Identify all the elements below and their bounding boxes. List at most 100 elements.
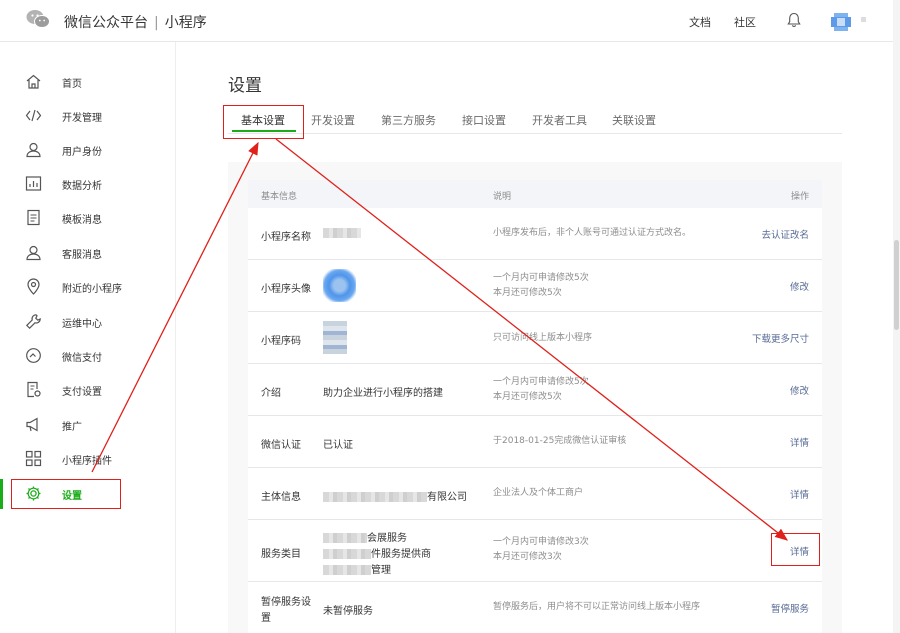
suspend-service-link[interactable]: 暂停服务 [771, 601, 809, 615]
row-description: 于2018-01-25完成微信认证审核 [493, 436, 627, 446]
sidebar-item-data-analysis[interactable]: 数据分析 [0, 169, 176, 199]
redacted-category [323, 549, 371, 559]
tab-developer-tools[interactable]: 开发者工具 [532, 112, 587, 128]
sidebar-item-label: 数据分析 [62, 181, 102, 192]
column-header-description: 说明 [493, 192, 512, 202]
tab-third-party-services[interactable]: 第三方服务 [381, 112, 436, 128]
home-icon [26, 74, 41, 89]
category-item: 件服务提供商 [323, 545, 431, 560]
sidebar-item-label: 推广 [62, 422, 82, 433]
sidebar-item-user-identity[interactable]: 用户身份 [0, 135, 176, 165]
tab-dev-settings[interactable]: 开发设置 [311, 112, 355, 128]
category-text: 件服务提供商 [371, 549, 431, 560]
mini-program-code-image [323, 321, 347, 354]
entity-suffix: 有限公司 [427, 492, 467, 503]
chart-icon [25, 176, 42, 191]
sidebar-item-dev-management[interactable]: 开发管理 [0, 101, 176, 131]
modify-intro-link[interactable]: 修改 [790, 383, 809, 397]
bell-icon[interactable] [787, 12, 801, 28]
modify-avatar-link[interactable]: 修改 [790, 279, 809, 293]
table-row: 服务类目 会展服务 件服务提供商 管理 一个月内可申请修改3次 本月还可修改3次… [248, 520, 822, 582]
table-row: 介绍 助力企业进行小程序的搭建 一个月内可申请修改5次 本月还可修改5次 修改 [248, 364, 822, 416]
docs-link[interactable]: 文档 [689, 14, 711, 30]
document-icon [27, 209, 40, 226]
plugin-grid-icon [25, 450, 42, 467]
product-name: 小程序 [164, 15, 207, 31]
redacted-name [323, 228, 361, 238]
sidebar-item-ops-center[interactable]: 运维中心 [0, 307, 176, 337]
customer-service-icon [26, 245, 41, 261]
sidebar-item-payment-settings[interactable]: 支付设置 [0, 375, 176, 405]
row-label: 小程序码 [261, 336, 301, 347]
sidebar-item-promotion[interactable]: 推广 [0, 410, 176, 440]
sidebar-item-plugins[interactable]: 小程序插件 [0, 444, 176, 474]
category-item: 会展服务 [323, 529, 407, 544]
download-more-sizes-link[interactable]: 下载更多尺寸 [752, 331, 809, 345]
annotation-box-settings [11, 479, 121, 509]
sidebar-item-nearby[interactable]: 附近的小程序 [0, 272, 176, 302]
row-description: 只可访问线上版本小程序 [493, 333, 593, 343]
mini-program-name-value [323, 228, 361, 239]
sidebar: 首页 开发管理 用户身份 数据分析 模板消息 客服消息 附近的小程序 运维中心 … [0, 42, 176, 633]
table-header: 基本信息 说明 操作 [248, 180, 822, 208]
verify-rename-link[interactable]: 去认证改名 [761, 227, 809, 241]
table-row: 微信认证 已认证 于2018-01-25完成微信认证审核 详情 [248, 416, 822, 468]
sidebar-item-label: 模板消息 [62, 215, 102, 226]
column-header-basic-info: 基本信息 [261, 192, 298, 202]
code-icon [25, 109, 42, 122]
platform-name: 微信公众平台 [64, 15, 148, 31]
payment-settings-icon [27, 381, 41, 398]
community-link[interactable]: 社区 [734, 14, 756, 30]
row-description-line: 本月还可修改5次 [493, 288, 562, 298]
redacted-entity [323, 492, 427, 502]
annotation-box-details [771, 533, 820, 566]
scrollbar-thumb[interactable] [894, 240, 899, 330]
entity-name: 有限公司 [323, 488, 467, 503]
table-row: 暂停服务设置 未暂停服务 暂停服务后，用户将不可以正常访问线上版本小程序 暂停服… [248, 582, 822, 633]
row-label: 暂停服务设置 [261, 597, 311, 624]
sidebar-item-label: 支付设置 [62, 387, 102, 398]
suspend-status: 未暂停服务 [323, 606, 373, 617]
tab-association-settings[interactable]: 关联设置 [612, 112, 656, 128]
avatar-menu-indicator[interactable] [861, 17, 866, 22]
row-label: 服务类目 [261, 549, 301, 560]
row-description-line: 一个月内可申请修改5次 [493, 273, 589, 283]
redacted-category [323, 533, 367, 543]
sidebar-item-customer-service[interactable]: 客服消息 [0, 238, 176, 268]
entity-details-link[interactable]: 详情 [790, 487, 809, 501]
clock-icon [26, 348, 41, 363]
sidebar-item-label: 微信支付 [62, 353, 102, 364]
wechat-logo-icon [26, 10, 50, 28]
table-row: 小程序头像 一个月内可申请修改5次 本月还可修改5次 修改 [248, 260, 822, 312]
category-text: 会展服务 [367, 533, 407, 544]
row-label: 小程序头像 [261, 284, 311, 295]
row-label: 微信认证 [261, 440, 301, 451]
sidebar-item-label: 首页 [62, 79, 82, 90]
sidebar-item-template-message[interactable]: 模板消息 [0, 203, 176, 233]
row-description-line: 本月还可修改5次 [493, 392, 562, 402]
location-pin-icon [27, 278, 40, 295]
sidebar-item-wechat-pay[interactable]: 微信支付 [0, 341, 176, 371]
annotation-box-basic-settings [223, 105, 304, 139]
row-description: 小程序发布后，非个人账号可通过认证方式改名。 [493, 228, 692, 238]
row-description: 企业法人及个体工商户 [493, 488, 584, 498]
row-description-line: 一个月内可申请修改5次 [493, 377, 589, 387]
wrench-icon [25, 314, 41, 330]
row-label: 小程序名称 [261, 232, 311, 243]
table-row: 小程序码 只可访问线上版本小程序 下载更多尺寸 [248, 312, 822, 364]
user-avatar[interactable] [830, 11, 852, 33]
row-label: 介绍 [261, 388, 281, 399]
top-bar: 微信公众平台 | 小程序 文档 社区 [0, 0, 900, 42]
user-icon [26, 142, 41, 158]
sidebar-item-label: 用户身份 [62, 147, 102, 158]
column-header-action: 操作 [790, 192, 809, 202]
redacted-category [323, 565, 371, 575]
brand-title[interactable]: 微信公众平台 | 小程序 [64, 12, 207, 32]
table-row: 主体信息 有限公司 企业法人及个体工商户 详情 [248, 468, 822, 520]
tab-api-settings[interactable]: 接口设置 [462, 112, 506, 128]
verification-status: 已认证 [323, 440, 353, 451]
brand-separator: | [154, 15, 159, 31]
sidebar-item-home[interactable]: 首页 [0, 67, 176, 97]
introduction-value: 助力企业进行小程序的搭建 [323, 388, 443, 399]
verification-details-link[interactable]: 详情 [790, 435, 809, 449]
